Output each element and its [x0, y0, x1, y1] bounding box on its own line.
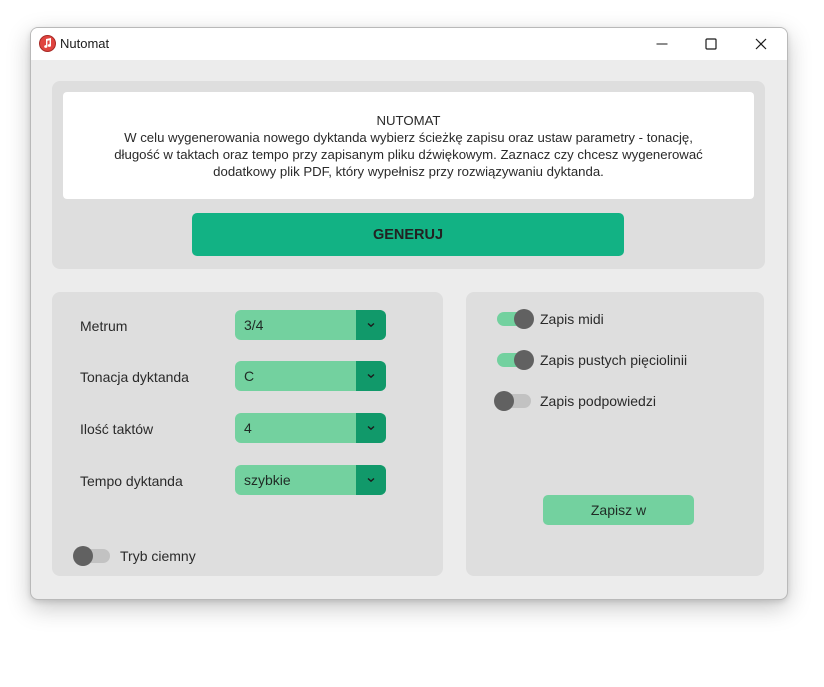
info-text: W celu wygenerowania nowego dyktanda wyb… [114, 130, 703, 179]
midi-switch[interactable] [497, 309, 534, 329]
close-button[interactable] [736, 28, 786, 60]
key-dropdown[interactable]: C [235, 361, 386, 391]
chevron-down-icon[interactable] [356, 413, 386, 443]
hints-switch[interactable] [494, 391, 531, 411]
save-options-panel: Zapis midi Zapis pustych pięciolinii Zap… [466, 292, 764, 576]
switch-knob [494, 391, 514, 411]
tempo-label: Tempo dyktanda [80, 473, 183, 489]
midi-label: Zapis midi [540, 311, 604, 327]
empty-staves-switch[interactable] [497, 350, 534, 370]
maximize-button[interactable] [686, 28, 736, 60]
bars-value: 4 [244, 420, 252, 436]
chevron-down-icon[interactable] [356, 310, 386, 340]
empty-staves-label: Zapis pustych pięciolinii [540, 352, 688, 368]
switch-knob [514, 309, 534, 329]
dark-mode-label: Tryb ciemny [120, 548, 196, 564]
generate-button[interactable]: GENERUJ [192, 213, 624, 256]
parameters-panel: Metrum 3/4 Tonacja dyktanda C Ilość takt… [52, 292, 443, 576]
meter-label: Metrum [80, 318, 128, 334]
bars-dropdown[interactable]: 4 [235, 413, 386, 443]
header-panel: NUTOMAT W celu wygenerowania nowego dykt… [52, 81, 765, 269]
dark-mode-switch[interactable] [73, 546, 110, 566]
key-label: Tonacja dyktanda [80, 369, 189, 385]
tempo-value: szybkie [244, 472, 291, 488]
maximize-icon [705, 38, 717, 50]
title-bar[interactable]: Nutomat [31, 28, 787, 60]
tempo-dropdown[interactable]: szybkie [235, 465, 386, 495]
key-value: C [244, 368, 255, 384]
meter-dropdown[interactable]: 3/4 [235, 310, 386, 340]
info-box: NUTOMAT W celu wygenerowania nowego dykt… [63, 92, 754, 199]
music-note-icon [39, 35, 56, 52]
switch-knob [514, 350, 534, 370]
chevron-down-icon[interactable] [356, 465, 386, 495]
bars-label: Ilość taktów [80, 421, 154, 437]
window-title: Nutomat [60, 36, 110, 51]
minimize-button[interactable] [637, 28, 687, 60]
chevron-down-icon[interactable] [356, 361, 386, 391]
close-icon [755, 38, 767, 50]
meter-value: 3/4 [244, 317, 264, 333]
save-to-button[interactable]: Zapisz w [543, 495, 694, 525]
hints-label: Zapis podpowiedzi [540, 393, 656, 409]
minimize-icon [656, 43, 668, 45]
switch-knob [73, 546, 93, 566]
info-title: NUTOMAT [376, 113, 441, 128]
app-window: Nutomat NUTOMAT W celu wygenerowania now… [30, 27, 788, 600]
